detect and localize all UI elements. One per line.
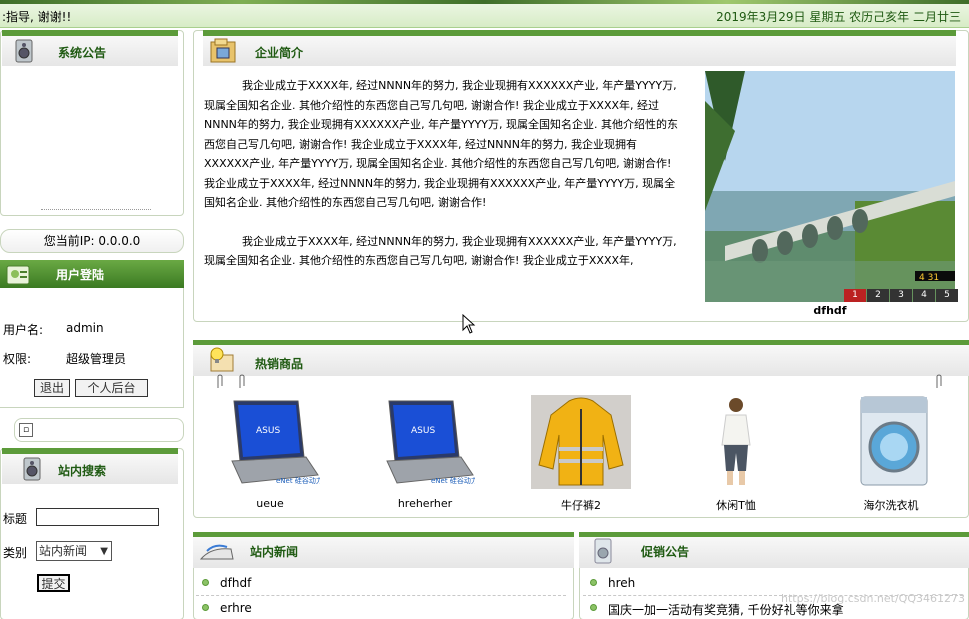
- ip-display: 您当前IP: 0.0.0.0: [0, 229, 184, 253]
- clip-icon: [936, 374, 942, 388]
- laptop-image: ASUS eNet 硅谷动力: [375, 395, 478, 489]
- role-label: 权限:: [3, 352, 32, 366]
- search-title-label: 标题: [3, 512, 28, 526]
- user-card-icon: [6, 265, 30, 285]
- bullet-icon: [202, 604, 209, 611]
- laptop-badge: eNet 硅谷动力: [276, 476, 320, 485]
- login-header: 用户登陆: [0, 260, 184, 288]
- search-submit-button[interactable]: 提交: [37, 574, 70, 592]
- product-card[interactable]: ASUS eNet 硅谷动力 hreherher: [370, 395, 480, 510]
- hot-title: 热销商品: [255, 357, 304, 371]
- product-name[interactable]: hreherher: [370, 497, 480, 510]
- pager-button-2[interactable]: 2: [867, 289, 889, 302]
- product-name[interactable]: 休闲T恤: [681, 497, 791, 513]
- logout-button[interactable]: 退出: [34, 379, 70, 397]
- laptop-brand: ASUS: [256, 426, 280, 436]
- top-stripe: [0, 0, 969, 4]
- photo-pager: 1 2 3 4 5: [843, 289, 958, 302]
- laptop-brand: ASUS: [411, 426, 435, 436]
- hot-header: 热销商品: [193, 340, 969, 376]
- news-title: 站内新闻: [250, 545, 299, 559]
- speaker-icon: [594, 538, 612, 564]
- clip-icon: [217, 374, 245, 388]
- product-card[interactable]: 休闲T恤: [681, 395, 791, 513]
- bridge-image: 4 3 1: [705, 71, 955, 302]
- product-card[interactable]: ASUS eNet 硅谷动力 ueue: [215, 395, 325, 510]
- news-header: 站内新闻: [193, 532, 574, 568]
- pager-button-4[interactable]: 4: [913, 289, 935, 302]
- date-display: 2019年3月29日 星期五 农历己亥年 二月廿三: [716, 10, 961, 24]
- laptop-badge: eNet 硅谷动力: [431, 476, 475, 485]
- search-header: 站内搜索: [2, 448, 178, 484]
- search-title: 站内搜索: [58, 464, 107, 478]
- notice-header: 系统公告: [2, 30, 178, 66]
- product-name[interactable]: 牛仔裤2: [526, 497, 636, 513]
- mouse-cursor-icon: [462, 314, 476, 334]
- top-bar: :指导, 谢谢!! 2019年3月29日 星期五 农历己亥年 二月廿三: [0, 0, 969, 28]
- bullet-icon: [202, 579, 209, 586]
- photo-timestamp: 4 31: [919, 273, 939, 283]
- promo-title: 促销公告: [641, 545, 690, 559]
- pager-button-3[interactable]: 3: [890, 289, 912, 302]
- notice-scroll-remnant: [41, 209, 151, 210]
- username-value: admin: [66, 321, 104, 335]
- product-name[interactable]: 海尔洗衣机: [836, 497, 946, 513]
- news-item[interactable]: dfhdf: [220, 576, 251, 590]
- promo-header: 促销公告: [579, 532, 969, 568]
- product-card[interactable]: 牛仔裤2: [526, 395, 636, 513]
- search-category-label: 类别: [3, 546, 28, 560]
- small-checkbox[interactable]: ▫: [19, 423, 33, 437]
- intro-title: 企业简介: [255, 46, 304, 60]
- divider: [196, 595, 566, 596]
- intro-paragraph: 我企业成立于XXXX年, 经过NNNN年的努力, 我企业现拥有XXXXXX产业,…: [204, 79, 678, 209]
- search-title-input[interactable]: [36, 508, 159, 526]
- promo-item[interactable]: hreh: [608, 576, 635, 590]
- watermark-text: https://blog.csdn.net/QQ3461273: [781, 592, 965, 605]
- scrolling-marquee: :指导, 谢谢!!: [2, 10, 72, 24]
- intro-paragraph: 我企业成立于XXXX年, 经过NNNN年的努力, 我企业现拥有XXXXXX产业,…: [204, 234, 677, 268]
- iron-icon: [199, 544, 234, 560]
- laptop-image: ASUS eNet 硅谷动力: [220, 395, 323, 489]
- bridge-photo[interactable]: 4 3 1: [705, 71, 955, 302]
- intro-body: 我企业成立于XXXX年, 经过NNNN年的努力, 我企业现拥有XXXXXX产业,…: [204, 76, 678, 290]
- intro-header: 企业简介: [203, 30, 956, 66]
- person-image: [686, 395, 786, 489]
- product-name[interactable]: ueue: [215, 497, 325, 510]
- role-value: 超级管理员: [66, 352, 127, 366]
- lightbulb-icon: [210, 347, 234, 372]
- folder-icon: [210, 38, 236, 63]
- product-card[interactable]: 海尔洗衣机: [836, 395, 946, 513]
- bullet-icon: [590, 604, 597, 611]
- pager-button-1[interactable]: 1: [844, 289, 866, 302]
- speaker-icon: [15, 39, 33, 63]
- small-widget: ▫: [14, 418, 184, 442]
- username-label: 用户名:: [3, 323, 44, 337]
- pager-button-5[interactable]: 5: [936, 289, 958, 302]
- jacket-image: [531, 395, 631, 489]
- search-category-select[interactable]: 站内新闻 ▼: [36, 541, 112, 561]
- search-category-value: 站内新闻: [39, 544, 88, 558]
- news-item[interactable]: erhre: [220, 601, 252, 615]
- login-title: 用户登陆: [56, 268, 105, 282]
- notice-title: 系统公告: [58, 46, 107, 60]
- washer-image: [841, 395, 941, 489]
- bullet-icon: [590, 579, 597, 586]
- photo-caption: dfhdf: [813, 304, 847, 317]
- speaker-icon: [23, 457, 41, 481]
- chevron-down-icon: ▼: [100, 546, 108, 557]
- backend-button[interactable]: 个人后台: [75, 379, 148, 397]
